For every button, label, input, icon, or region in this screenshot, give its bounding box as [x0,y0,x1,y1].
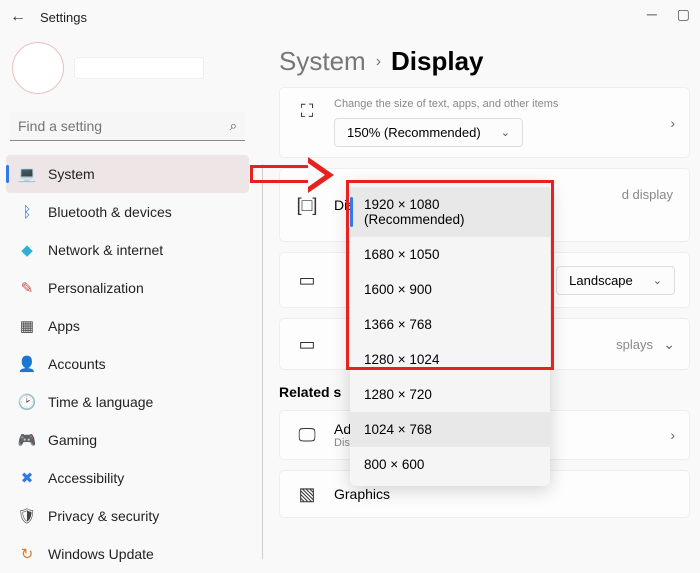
orientation-icon: ▭ [294,267,320,293]
chevron-right-icon[interactable]: › [670,427,675,443]
chevron-down-icon: ⌄ [653,274,662,287]
system-icon: 💻 [18,165,36,183]
monitor-icon: 🖵 [294,422,320,448]
search-icon: ⌕ [230,118,237,134]
sidebar-item-system[interactable]: 💻 System [6,155,249,193]
multi-hint: splays [616,337,653,352]
resolution-option[interactable]: 1024 × 768 [350,412,550,447]
back-icon[interactable]: ← [10,8,26,26]
vertical-divider [262,164,263,559]
resolution-option[interactable]: 1280 × 720 [350,377,550,412]
sidebar-item-label: Privacy & security [48,508,159,524]
breadcrumb: System › Display [279,46,700,77]
graphics-icon: ▧ [294,481,320,507]
chevron-right-icon: › [376,53,381,71]
upd-icon: ↻ [18,545,36,563]
sidebar-item-time-language[interactable]: 🕑 Time & language [6,383,249,421]
annotation-arrow [250,155,345,197]
resolution-option[interactable]: 1280 × 1024 [350,342,550,377]
sidebar-item-label: Accounts [48,356,106,372]
sidebar-item-gaming[interactable]: 🎮 Gaming [6,421,249,459]
chevron-down-icon: ⌄ [501,126,510,139]
breadcrumb-current: Display [391,46,484,77]
resolution-option[interactable]: 1680 × 1050 [350,237,550,272]
maximize-icon[interactable]: ▢ [677,6,690,23]
sidebar-item-network-internet[interactable]: ◆ Network & internet [6,231,249,269]
sidebar-item-label: Network & internet [48,242,163,258]
sidebar-item-privacy-security[interactable]: 🛡 Privacy & security [6,497,249,535]
sidebar-item-label: Gaming [48,432,97,448]
priv-icon: 🛡 [18,507,36,525]
scale-select[interactable]: 150% (Recommended) ⌄ [334,118,523,147]
orientation-value: Landscape [569,273,633,288]
scale-value: 150% (Recommended) [347,125,481,140]
sidebar-item-label: Bluetooth & devices [48,204,172,220]
profile-block[interactable] [6,34,249,108]
sidebar-item-label: Windows Update [48,546,154,562]
game-icon: 🎮 [18,431,36,449]
resolution-hint: d display [622,187,673,202]
minimize-icon[interactable]: ─ [647,6,657,23]
sidebar-item-bluetooth-devices[interactable]: ᛒ Bluetooth & devices [6,193,249,231]
net-icon: ◆ [18,241,36,259]
resolution-option[interactable]: 1366 × 768 [350,307,550,342]
acc-icon: ✖ [18,469,36,487]
scale-icon: ⛶ [294,98,320,124]
sidebar-item-label: System [48,166,95,182]
resolution-option[interactable]: 800 × 600 [350,447,550,482]
scale-subtitle: Change the size of text, apps, and other… [334,98,656,110]
sidebar-item-personalization[interactable]: ✎ Personalization [6,269,249,307]
search-box[interactable]: ⌕ [10,112,245,141]
breadcrumb-parent[interactable]: System [279,46,366,77]
sidebar-item-label: Time & language [48,394,153,410]
avatar [12,42,64,94]
search-input[interactable] [18,118,230,134]
time-icon: 🕑 [18,393,36,411]
window-title: Settings [40,10,87,25]
sidebar-item-accessibility[interactable]: ✖ Accessibility [6,459,249,497]
sidebar-item-windows-update[interactable]: ↻ Windows Update [6,535,249,573]
sidebar-item-label: Personalization [48,280,144,296]
user-name [74,57,204,79]
resolution-option[interactable]: 1920 × 1080 (Recommended) [350,187,550,237]
sidebar-item-apps[interactable]: ▦ Apps [6,307,249,345]
resolution-dropdown[interactable]: 1920 × 1080 (Recommended)1680 × 10501600… [350,183,550,486]
bt-icon: ᛒ [18,203,36,221]
chevron-right-icon[interactable]: › [670,115,675,131]
chevron-down-icon[interactable]: ⌄ [663,336,675,353]
sidebar-item-accounts[interactable]: 👤 Accounts [6,345,249,383]
orientation-select[interactable]: Landscape ⌄ [556,266,675,295]
multi-display-icon: ▭ [294,331,320,357]
graphics-title: Graphics [334,486,675,502]
apps-icon: ▦ [18,317,36,335]
sidebar-item-label: Apps [48,318,80,334]
resolution-option[interactable]: 1600 × 900 [350,272,550,307]
scale-card[interactable]: ⛶ Change the size of text, apps, and oth… [279,87,690,158]
pers-icon: ✎ [18,279,36,297]
acct-icon: 👤 [18,355,36,373]
sidebar-item-label: Accessibility [48,470,124,486]
